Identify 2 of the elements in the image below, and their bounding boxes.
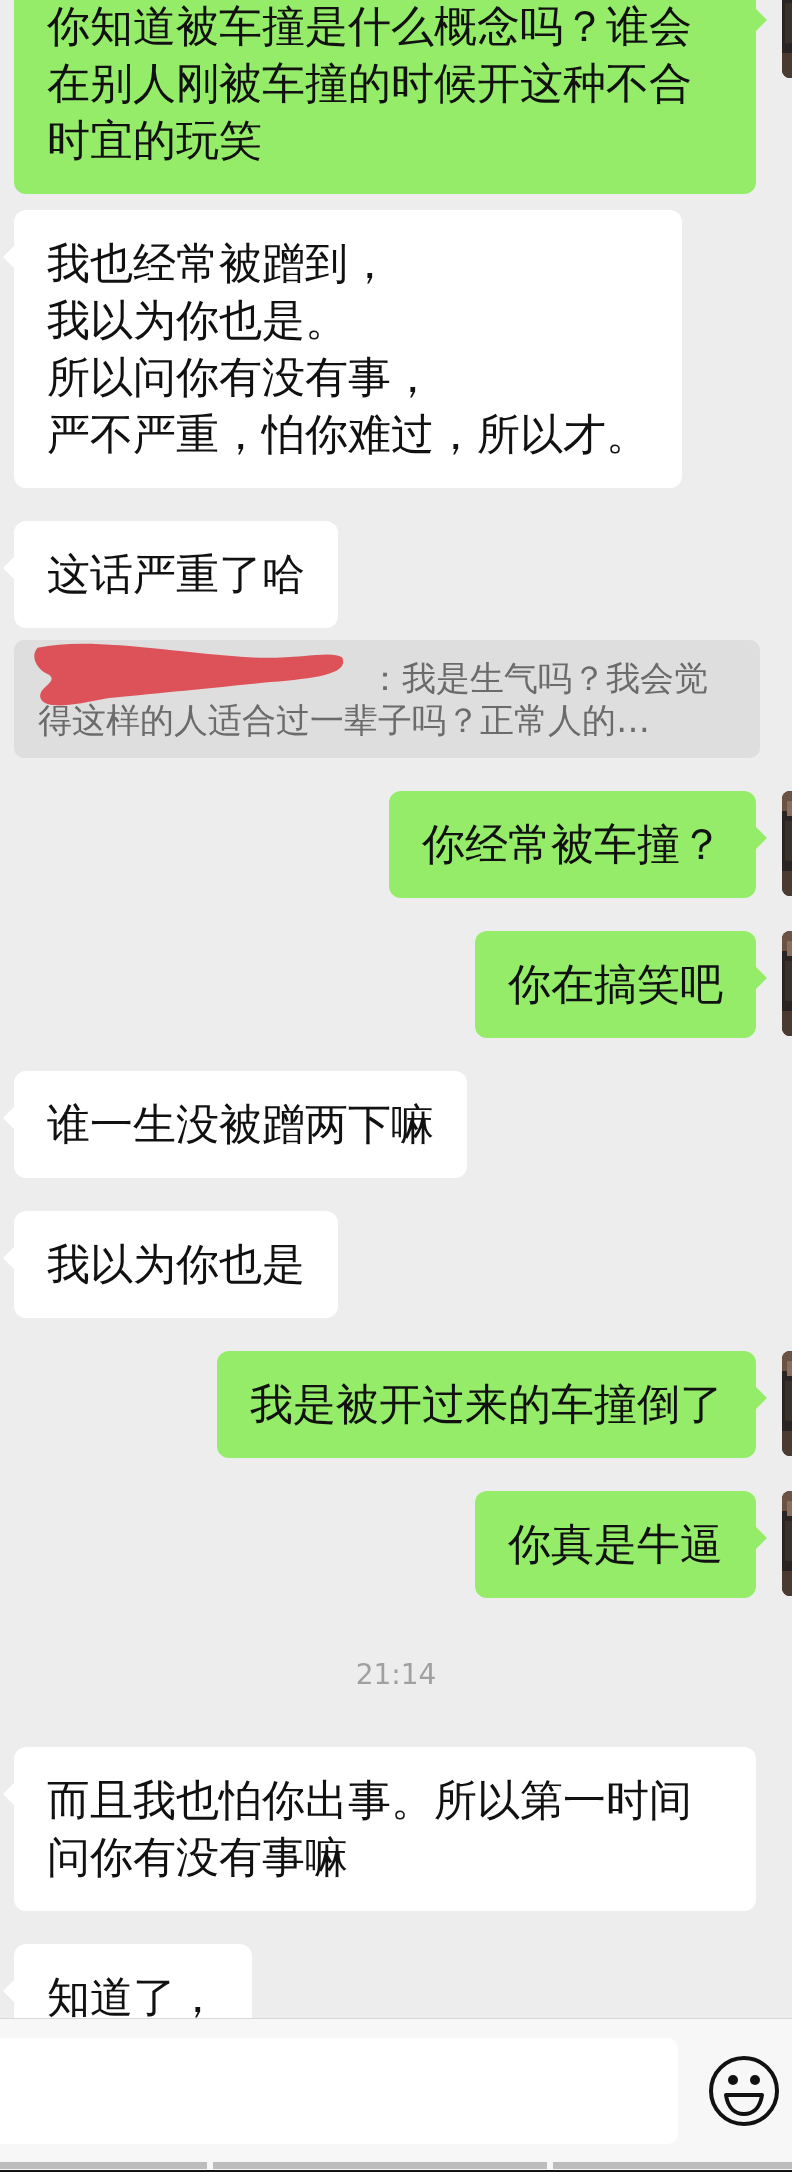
timestamp: 21:14: [355, 1657, 437, 1693]
smiley-icon[interactable]: [708, 2054, 780, 2127]
